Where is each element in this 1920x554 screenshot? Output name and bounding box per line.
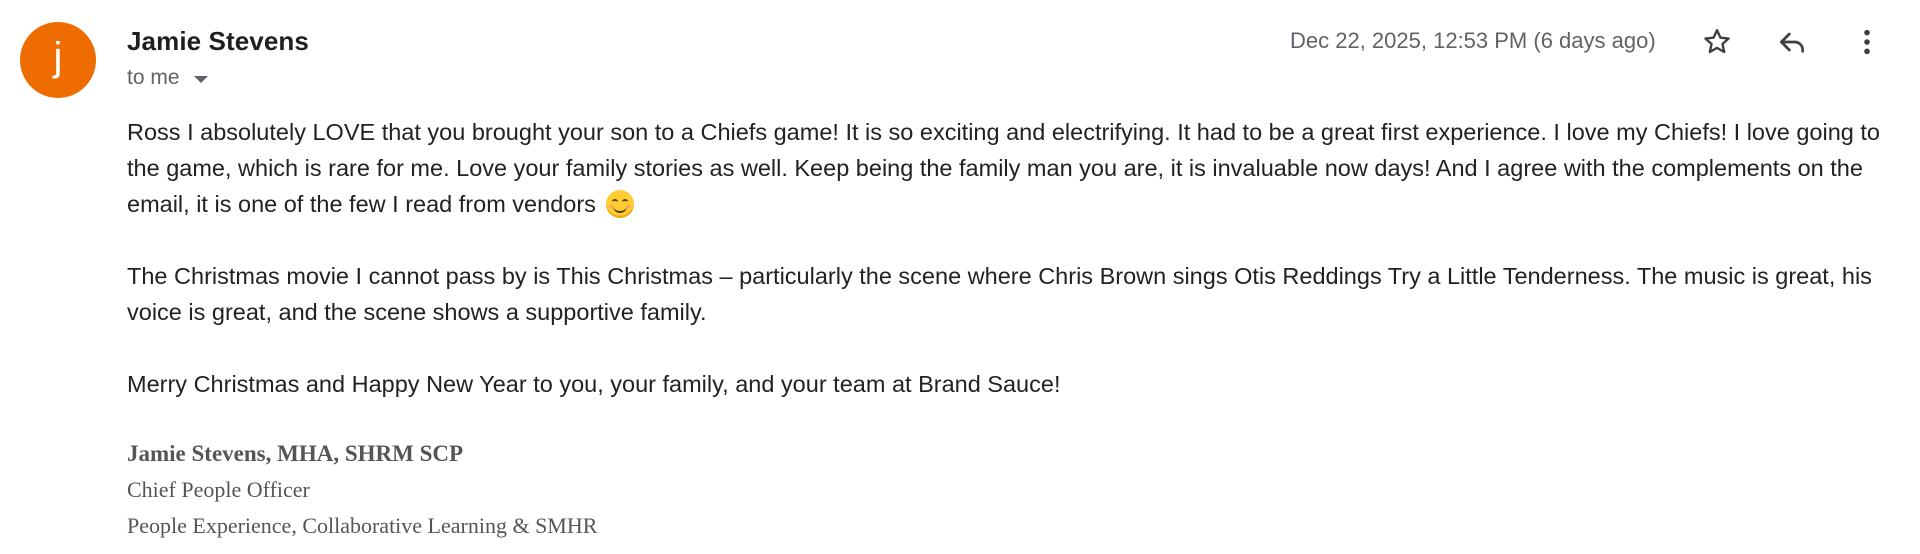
message-body: Ross I absolutely LOVE that you brought … [127,114,1887,402]
sender-avatar[interactable]: j [20,22,96,98]
body-paragraph-2: The Christmas movie I cannot pass by is … [127,263,1872,325]
reply-icon [1780,32,1804,53]
signature-title: Chief People Officer [127,477,310,502]
more-vert-icon [1864,29,1870,55]
recipients-label: to me [127,66,180,89]
recipients-toggle[interactable]: to me [127,66,208,90]
signature-name: Jamie Stevens, MHA, SHRM SCP [127,441,464,466]
chevron-down-icon [193,76,208,83]
message-datetime: Dec 22, 2025, 12:53 PM (6 days ago) [1290,28,1656,53]
more-options-button[interactable] [1845,20,1889,64]
signature-department: People Experience, Collaborative Learnin… [127,513,598,538]
body-paragraph-1-text: Ross I absolutely LOVE that you brought … [127,119,1880,217]
star-button[interactable] [1695,20,1739,64]
sender-name[interactable]: Jamie Stevens [127,26,309,57]
body-paragraph-3: Merry Christmas and Happy New Year to yo… [127,371,1061,397]
reply-button[interactable] [1770,20,1814,64]
star-icon [1704,29,1730,54]
email-signature: Jamie Stevens, MHA, SHRM SCP Chief Peopl… [127,436,597,544]
avatar-letter: j [53,35,63,79]
body-paragraph-1: Ross I absolutely LOVE that you brought … [127,114,1887,222]
smiling-face-emoji-icon [606,190,635,218]
